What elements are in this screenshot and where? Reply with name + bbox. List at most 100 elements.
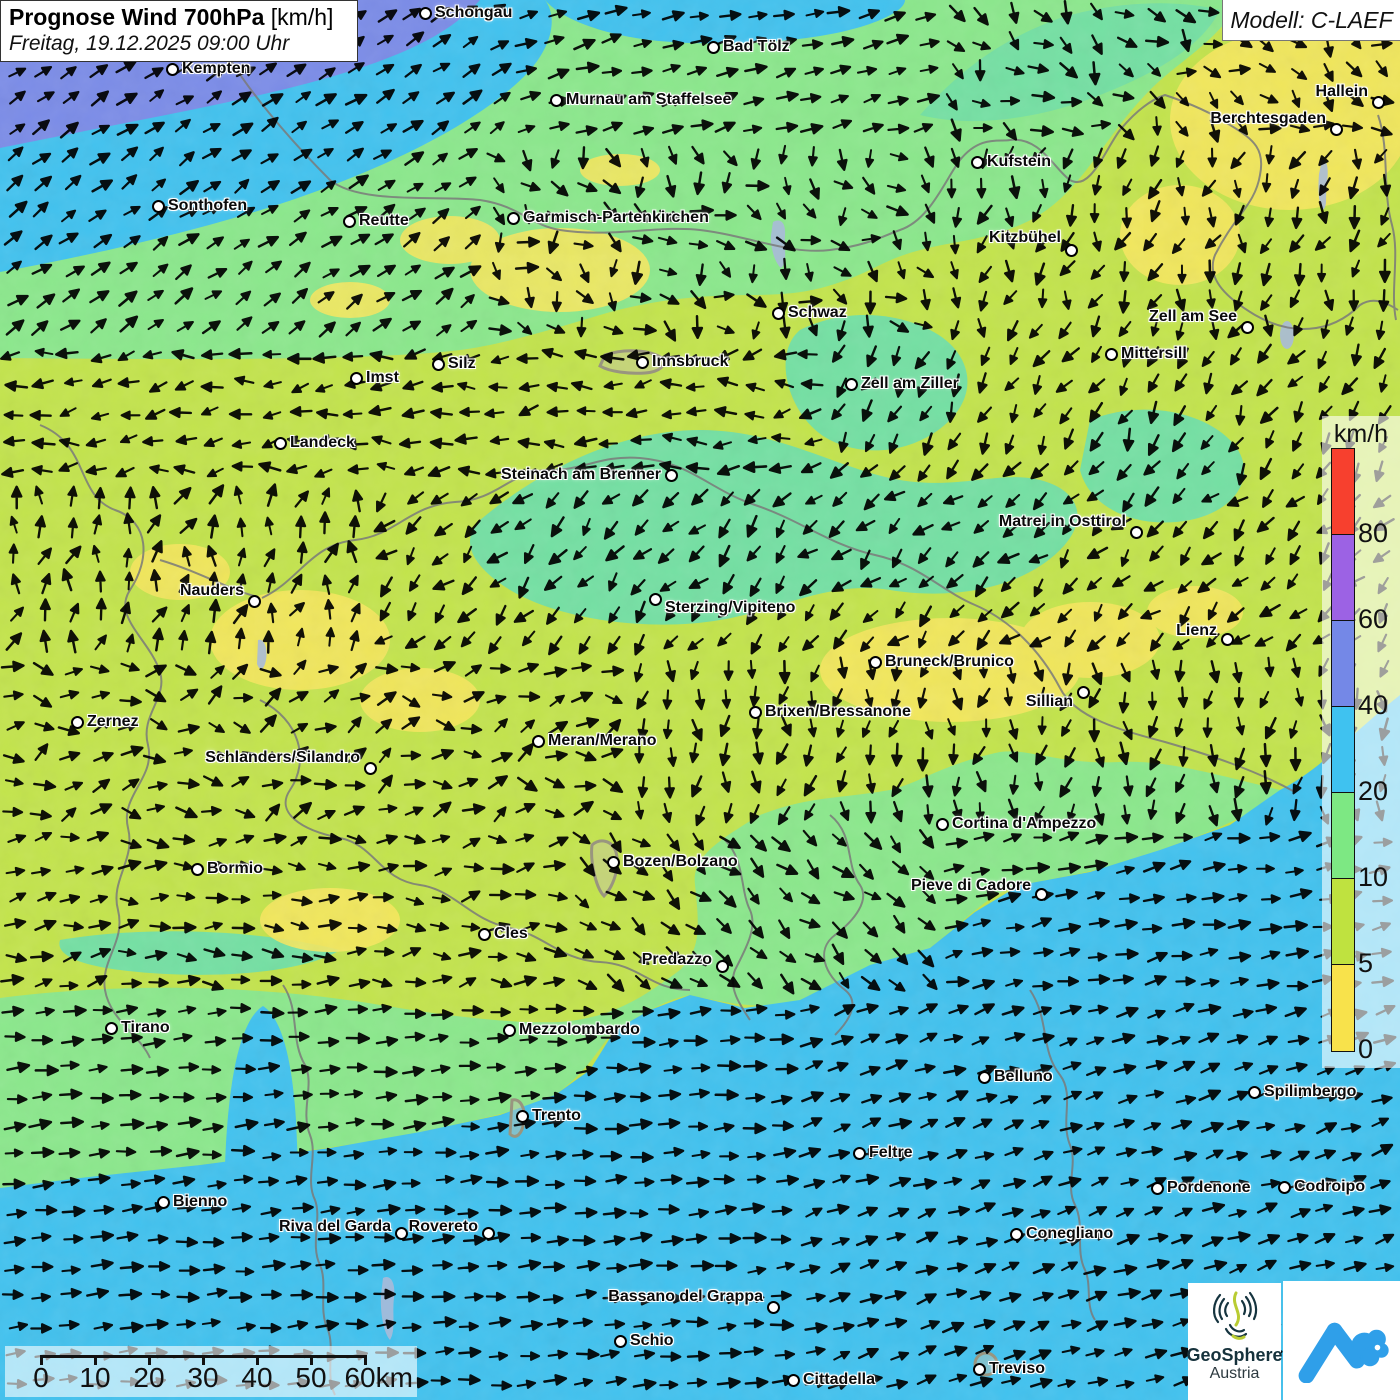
city-dot <box>973 1363 986 1376</box>
legend-num: 60 <box>1358 604 1388 635</box>
legend-panel: km/h 806040201050 <box>1322 416 1400 1068</box>
city-label: Cortina d'Ampezzo <box>952 815 1096 833</box>
city-dot <box>772 307 785 320</box>
city-dot <box>550 94 563 107</box>
city-dot <box>1221 633 1234 646</box>
legend-num: 5 <box>1358 948 1373 979</box>
city-label: Spilimbergo <box>1264 1083 1356 1101</box>
city-dot <box>419 7 432 20</box>
scale-num: 40 <box>241 1362 272 1394</box>
city-dot <box>936 818 949 831</box>
scale-num: 20 <box>133 1362 164 1394</box>
city-dot <box>1248 1086 1261 1099</box>
city-dot <box>1065 244 1078 257</box>
legend-seg-20 <box>1332 707 1354 793</box>
legend-seg-60 <box>1332 535 1354 621</box>
city-dot <box>350 372 363 385</box>
city-dot <box>432 358 445 371</box>
city-label: Schongau <box>435 4 512 22</box>
city-dot <box>191 863 204 876</box>
city-dot <box>274 437 287 450</box>
title-datetime: Freitag, 19.12.2025 09:00 Uhr <box>9 32 347 56</box>
wind-forecast-map: Schongau Bad Tölz Kempten Murnau am Staffel… <box>0 0 1400 1400</box>
city-label: Zell am Ziller <box>861 375 959 393</box>
city-label: Codroipo <box>1294 1178 1365 1196</box>
city-label: Pieve di Cadore <box>911 877 1031 895</box>
geosphere-contour-icon <box>1206 1289 1264 1345</box>
city-label: Nauders <box>180 582 244 600</box>
city-label: Garmisch-Partenkirchen <box>523 209 709 227</box>
city-label: Steinach am Brenner <box>501 466 661 484</box>
city-dot <box>716 960 729 973</box>
city-label: Kufstein <box>987 153 1051 171</box>
city-label: Sillian <box>1026 693 1073 711</box>
city-label: Treviso <box>989 1360 1045 1378</box>
city-dot <box>707 41 720 54</box>
city-label: Landeck <box>290 434 355 452</box>
city-dot <box>1372 96 1385 109</box>
city-dot <box>248 595 261 608</box>
legend-color-bar <box>1331 448 1355 1052</box>
city-dot <box>478 928 491 941</box>
geosphere-name: GeoSphere <box>1186 1345 1282 1365</box>
legend-num: 0 <box>1358 1034 1373 1065</box>
city-label: Trento <box>532 1107 581 1125</box>
city-label: Predazzo <box>642 951 712 969</box>
city-dot <box>665 469 678 482</box>
title-heading: Prognose Wind 700hPa <box>9 4 264 30</box>
city-label: Bozen/Bolzano <box>623 853 738 871</box>
city-dot <box>1105 348 1118 361</box>
city-dot <box>649 593 662 606</box>
city-label: Cles <box>494 925 528 943</box>
city-label: Bassano del Grappa <box>608 1288 763 1306</box>
partner-logo <box>1283 1281 1400 1400</box>
geosphere-country: Austria <box>1210 1365 1260 1383</box>
legend-title: km/h <box>1322 420 1400 449</box>
city-dot <box>767 1301 780 1314</box>
mountain-cloud-icon <box>1294 1299 1390 1383</box>
city-dot <box>152 200 165 213</box>
city-label: Murnau am Staffelsee <box>566 91 731 109</box>
legend-seg-80 <box>1332 449 1354 535</box>
city-dot <box>1330 123 1343 136</box>
city-dot <box>1241 321 1254 334</box>
city-label: Bormio <box>207 860 263 878</box>
city-label: Brixen/Bressanone <box>765 703 911 721</box>
scale-num: 0 <box>33 1362 49 1394</box>
city-label: Mittersill <box>1121 345 1187 363</box>
city-dot <box>787 1374 800 1387</box>
city-label: Kitzbühel <box>989 229 1061 247</box>
city-label: Imst <box>366 369 399 387</box>
city-dot <box>1151 1182 1164 1195</box>
city-label: Meran/Merano <box>548 732 656 750</box>
city-label: Cittadella <box>803 1371 875 1389</box>
city-dot <box>395 1227 408 1240</box>
city-dot <box>105 1022 118 1035</box>
city-label: Bienno <box>173 1193 227 1211</box>
city-dot <box>749 706 762 719</box>
city-label: Berchtesgaden <box>1210 110 1326 128</box>
legend-num: 80 <box>1358 518 1388 549</box>
legend-seg-10 <box>1332 793 1354 879</box>
legend-seg-0 <box>1332 965 1354 1051</box>
title-unit: [km/h] <box>271 4 334 30</box>
city-dot <box>614 1335 627 1348</box>
city-label: Lienz <box>1176 622 1217 640</box>
city-label: Riva del Garda <box>279 1218 391 1236</box>
city-dot <box>532 735 545 748</box>
scale-bar: 0102030405060km <box>5 1346 417 1397</box>
model-label: Modell: C-LAEF <box>1222 0 1400 41</box>
city-dot <box>507 212 520 225</box>
city-dot <box>978 1071 991 1084</box>
city-label: Kempten <box>182 60 250 78</box>
city-label: Bad Tölz <box>723 38 790 56</box>
city-dot <box>343 215 356 228</box>
city-label: Innsbruck <box>652 353 728 371</box>
geosphere-logo: GeoSphere Austria <box>1188 1283 1281 1400</box>
city-dot <box>482 1227 495 1240</box>
city-dot <box>1077 686 1090 699</box>
city-dot <box>869 656 882 669</box>
city-dot <box>516 1110 529 1123</box>
city-dot <box>853 1147 866 1160</box>
scale-num: 60km <box>344 1362 412 1394</box>
